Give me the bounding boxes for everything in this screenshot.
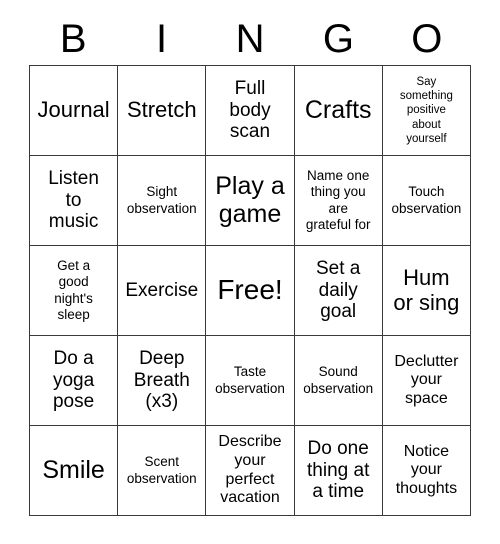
bingo-cell-i4[interactable]: Deep Breath (x3)	[118, 336, 207, 426]
bingo-cell-label: Describe your perfect vacation	[218, 433, 282, 507]
bingo-header-letter-o: O	[411, 17, 443, 61]
bingo-cell-label: Declutter your space	[394, 352, 459, 407]
bingo-free-space-label: Free!	[217, 274, 283, 306]
bingo-cell-label: Name one thing you are grateful for	[305, 168, 371, 232]
bingo-cell-label: Smile	[42, 455, 105, 484]
bingo-cell-label: Play a game	[215, 172, 285, 228]
bingo-cell-o3[interactable]: Hum or sing	[382, 246, 471, 336]
bingo-cell-label: Say something positive about yourself	[399, 76, 453, 145]
bingo-cell-g4[interactable]: Sound observation	[294, 336, 383, 426]
bingo-cell-o2[interactable]: Touch observation	[382, 156, 471, 246]
bingo-cell-label: Stretch	[126, 97, 197, 123]
bingo-cell-g1[interactable]: Crafts	[294, 66, 383, 156]
bingo-cell-b4[interactable]: Do a yoga pose	[30, 336, 119, 426]
bingo-cell-label: Sight observation	[126, 184, 197, 216]
bingo-cell-label: Notice your thoughts	[395, 442, 458, 497]
bingo-cell-label: Do one thing at a time	[307, 438, 370, 503]
bingo-header-letter-b: B	[59, 17, 87, 61]
bingo-header-row: B I N G O	[29, 14, 471, 64]
bingo-card: B I N G O Journal Stretch Full body scan…	[0, 0, 500, 544]
bingo-cell-i3[interactable]: Exercise	[118, 246, 207, 336]
bingo-cell-label: Exercise	[125, 279, 199, 301]
bingo-cell-label: Journal	[37, 97, 110, 123]
bingo-cell-i5[interactable]: Scent observation	[118, 426, 207, 516]
bingo-cell-label: Sound observation	[303, 364, 374, 396]
bingo-cell-label: Deep Breath (x3)	[133, 348, 190, 413]
bingo-cell-free-space[interactable]: Free!	[206, 246, 295, 336]
bingo-cell-label: Listen to music	[48, 168, 99, 233]
bingo-cell-label: Get a good night's sleep	[54, 258, 93, 322]
bingo-cell-g3[interactable]: Set a daily goal	[294, 246, 383, 336]
bingo-cell-n1[interactable]: Full body scan	[206, 66, 295, 156]
bingo-cell-g5[interactable]: Do one thing at a time	[294, 426, 383, 516]
bingo-cell-label: Taste observation	[215, 364, 285, 396]
bingo-cell-g2[interactable]: Name one thing you are grateful for	[294, 156, 383, 246]
bingo-cell-o5[interactable]: Notice your thoughts	[382, 426, 471, 516]
bingo-cell-n5[interactable]: Describe your perfect vacation	[206, 426, 295, 516]
bingo-cell-b3[interactable]: Get a good night's sleep	[30, 246, 119, 336]
bingo-cell-label: Touch observation	[391, 184, 462, 216]
bingo-cell-label: Scent observation	[126, 454, 197, 486]
bingo-cell-b2[interactable]: Listen to music	[30, 156, 119, 246]
bingo-cell-label: Set a daily goal	[316, 258, 361, 323]
bingo-header-letter-n: N	[235, 17, 265, 61]
bingo-cell-i1[interactable]: Stretch	[118, 66, 207, 156]
bingo-cell-label: Do a yoga pose	[52, 348, 95, 413]
bingo-grid: Journal Stretch Full body scan Crafts Sa…	[29, 65, 471, 516]
bingo-cell-n2[interactable]: Play a game	[206, 156, 295, 246]
bingo-cell-b1[interactable]: Journal	[30, 66, 119, 156]
bingo-header-letter-i: I	[156, 17, 168, 61]
bingo-cell-o1[interactable]: Say something positive about yourself	[382, 66, 471, 156]
bingo-cell-label: Hum or sing	[393, 264, 460, 315]
bingo-cell-i2[interactable]: Sight observation	[118, 156, 207, 246]
bingo-cell-n4[interactable]: Taste observation	[206, 336, 295, 426]
bingo-cell-o4[interactable]: Declutter your space	[382, 336, 471, 426]
bingo-header-letter-g: G	[322, 17, 354, 61]
bingo-cell-label: Crafts	[304, 95, 372, 124]
bingo-cell-label: Full body scan	[229, 78, 271, 143]
bingo-cell-b5[interactable]: Smile	[30, 426, 119, 516]
